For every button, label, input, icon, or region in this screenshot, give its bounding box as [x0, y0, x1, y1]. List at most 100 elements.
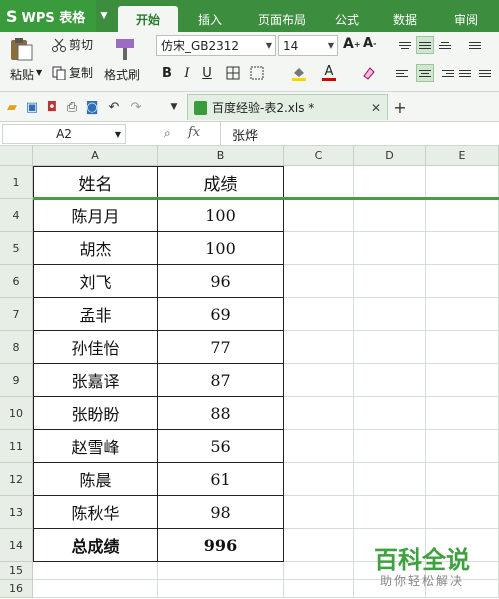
cell-b[interactable]: 56	[158, 430, 284, 463]
save-icon[interactable]: ▣	[24, 99, 40, 115]
cell-a[interactable]: 胡杰	[33, 232, 158, 265]
cell-b[interactable]: 996	[158, 529, 284, 562]
cell-a[interactable]: 刘飞	[33, 265, 158, 298]
row-header[interactable]: 16	[0, 580, 33, 598]
row-header[interactable]: 9	[0, 364, 33, 397]
row-header[interactable]: 7	[0, 298, 33, 331]
gridline	[353, 430, 354, 463]
tab-data[interactable]: 数据	[380, 6, 430, 32]
undo-icon[interactable]: ↶	[106, 99, 122, 115]
row-header[interactable]: 11	[0, 430, 33, 463]
name-box[interactable]: A2 ▼	[2, 124, 126, 144]
header-cell-a[interactable]: 姓名	[33, 166, 158, 199]
cell-b[interactable]: 77	[158, 331, 284, 364]
font-size-select[interactable]: 14 ▼	[278, 35, 338, 56]
paste-chevron-icon[interactable]: ▼	[36, 68, 42, 77]
tab-insert[interactable]: 插入	[180, 6, 240, 32]
cut-button[interactable]: 剪切	[52, 36, 93, 53]
column-header-e[interactable]: E	[426, 146, 499, 166]
cell-a[interactable]	[33, 562, 158, 580]
wrap-text-icon[interactable]	[466, 36, 484, 54]
merge-cells-icon[interactable]	[246, 63, 268, 83]
justify-icon[interactable]	[456, 64, 474, 82]
app-menu-chevron-icon[interactable]: ▼	[96, 0, 112, 32]
wps-app-button[interactable]: S WPS 表格	[0, 0, 96, 32]
row-header[interactable]: 6	[0, 265, 33, 298]
column-header-a[interactable]: A	[33, 146, 158, 166]
cell-b[interactable]: 96	[158, 265, 284, 298]
close-icon[interactable]: ✕	[371, 101, 381, 115]
tab-formulas[interactable]: 公式	[322, 6, 372, 32]
new-tab-plus-icon[interactable]: +	[392, 98, 408, 117]
decrease-font-icon[interactable]: A-	[363, 36, 376, 51]
print-icon[interactable]: ⎙	[64, 99, 80, 115]
row-header[interactable]: 12	[0, 463, 33, 496]
increase-font-icon[interactable]: A +	[343, 36, 361, 52]
align-middle-icon[interactable]	[416, 36, 434, 54]
align-top-icon[interactable]	[396, 36, 414, 54]
cell-a[interactable]: 孙佳怡	[33, 331, 158, 364]
tab-review[interactable]: 审阅	[440, 6, 492, 32]
function-icon[interactable]: fx	[188, 125, 200, 140]
bold-icon[interactable]: B	[158, 63, 176, 83]
cell-a[interactable]: 张嘉译	[33, 364, 158, 397]
underline-icon[interactable]: U	[198, 63, 216, 83]
row-header[interactable]: 15	[0, 562, 33, 580]
tab-home[interactable]: 开始	[118, 6, 178, 32]
align-bottom-icon[interactable]	[436, 36, 454, 54]
cell-b[interactable]: 98	[158, 496, 284, 529]
document-tab[interactable]: 百度经验-表2.xls * ✕	[187, 94, 388, 120]
format-painter-button[interactable]: 格式刷	[102, 34, 148, 90]
redo-icon[interactable]: ↷	[128, 99, 144, 115]
zoom-search-icon[interactable]: ⌕	[164, 126, 171, 141]
export-pdf-icon[interactable]: ◘	[44, 99, 60, 115]
align-center-icon[interactable]	[416, 64, 434, 82]
font-color-icon[interactable]: A	[318, 63, 340, 83]
cell-b[interactable]: 100	[158, 232, 284, 265]
cell-a[interactable]: 陈秋华	[33, 496, 158, 529]
gridline	[425, 199, 426, 232]
print-preview-icon[interactable]: ◙	[84, 99, 100, 115]
fill-color-icon[interactable]	[288, 63, 310, 83]
cell-a[interactable]: 赵雪峰	[33, 430, 158, 463]
header-cell-b[interactable]: 成绩	[158, 166, 284, 199]
tab-page-layout[interactable]: 页面布局	[242, 6, 322, 32]
clear-format-icon[interactable]	[358, 63, 380, 83]
copy-button[interactable]: 复制	[52, 64, 93, 81]
align-left-icon[interactable]	[396, 64, 414, 82]
cell-b[interactable]: 61	[158, 463, 284, 496]
borders-icon[interactable]	[222, 63, 244, 83]
column-header-d[interactable]: D	[354, 146, 426, 166]
italic-icon[interactable]: I	[178, 63, 196, 83]
select-all-corner[interactable]	[0, 146, 33, 166]
distribute-icon[interactable]	[476, 64, 494, 82]
cell-b[interactable]: 69	[158, 298, 284, 331]
cell-a[interactable]: 陈月月	[33, 199, 158, 232]
cell-a[interactable]	[33, 580, 158, 598]
cell-a[interactable]: 孟非	[33, 298, 158, 331]
formula-input[interactable]: 张烨	[232, 125, 258, 144]
row-header[interactable]: 10	[0, 397, 33, 430]
cell-a[interactable]: 陈晨	[33, 463, 158, 496]
row-header[interactable]: 5	[0, 232, 33, 265]
cell-a[interactable]: 总成绩	[33, 529, 158, 562]
cell-b[interactable]: 100	[158, 199, 284, 232]
row-header[interactable]: 14	[0, 529, 33, 562]
align-right-icon[interactable]	[436, 64, 454, 82]
font-name-select[interactable]: 仿宋_GB2312 ▼	[156, 35, 276, 56]
row-header[interactable]: 1	[0, 166, 33, 199]
row-header[interactable]: 13	[0, 496, 33, 529]
cell-b[interactable]	[158, 562, 284, 580]
row-header[interactable]: 8	[0, 331, 33, 364]
cell-b[interactable]	[158, 580, 284, 598]
cell-b[interactable]: 88	[158, 397, 284, 430]
paste-button[interactable]: 粘贴 ▼	[4, 34, 44, 90]
gridline	[284, 597, 354, 598]
column-header-b[interactable]: B	[158, 146, 284, 166]
customize-chevron-icon[interactable]: ▼	[166, 99, 182, 115]
row-header[interactable]: 4	[0, 199, 33, 232]
open-folder-icon[interactable]: ▰	[4, 99, 20, 115]
cell-b[interactable]: 87	[158, 364, 284, 397]
cell-a[interactable]: 张盼盼	[33, 397, 158, 430]
column-header-c[interactable]: C	[284, 146, 354, 166]
